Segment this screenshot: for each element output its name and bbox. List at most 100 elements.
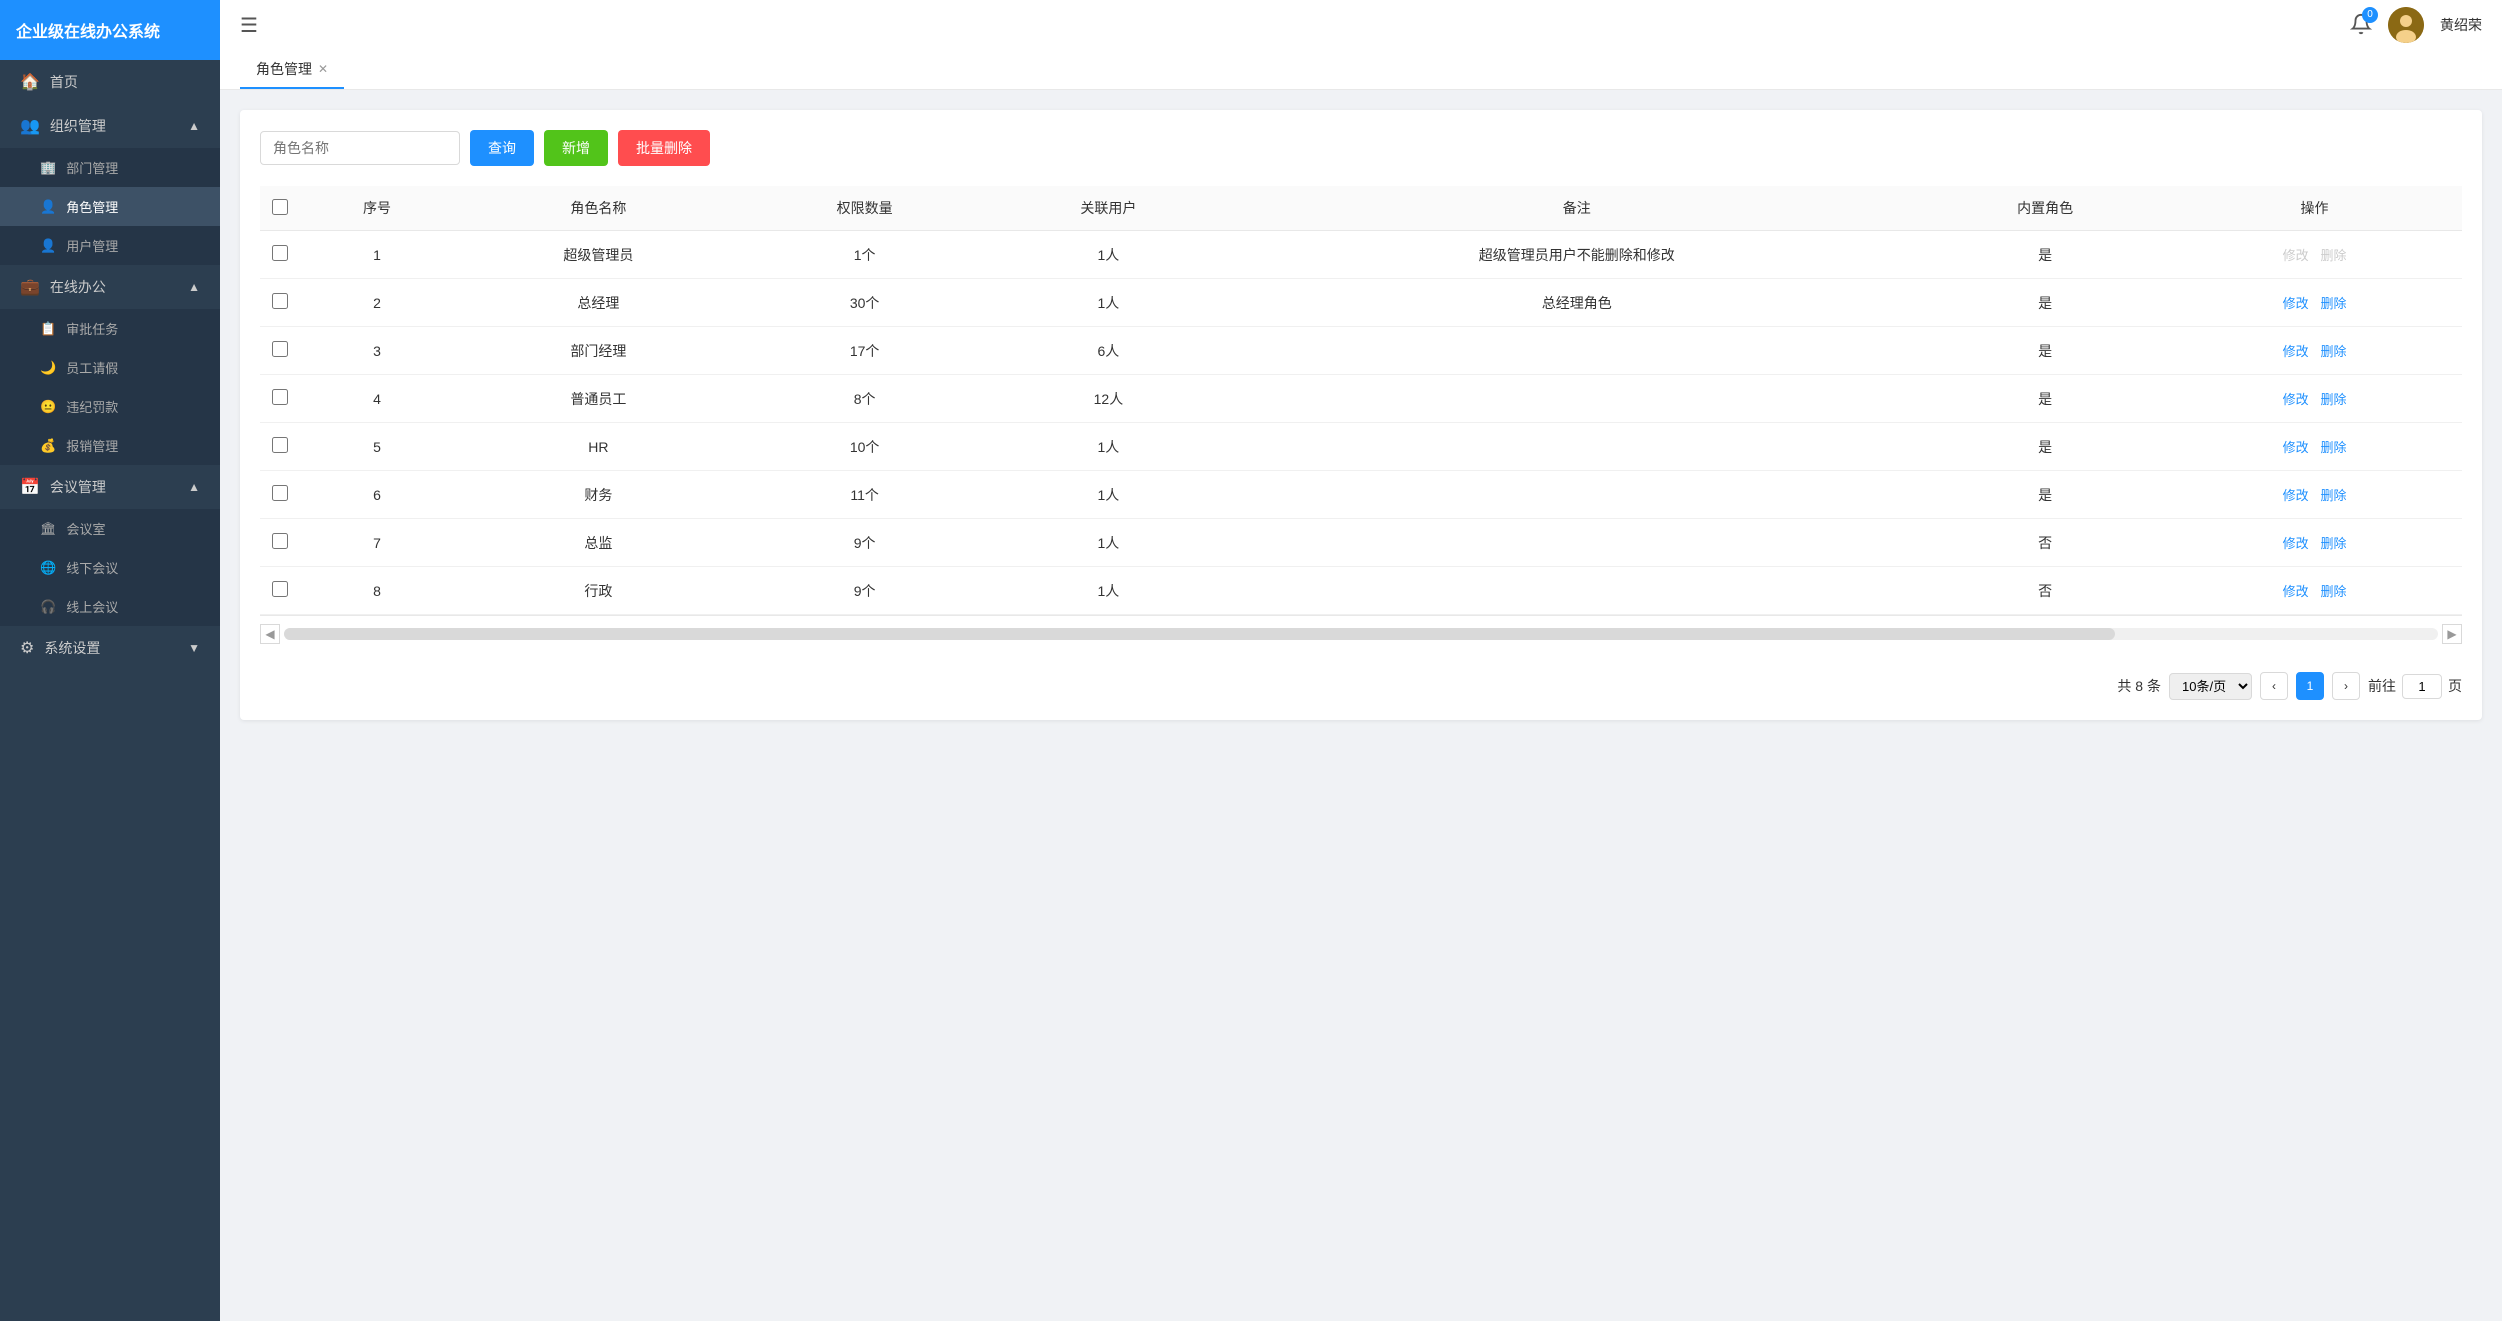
row-builtin: 是 xyxy=(1923,423,2167,471)
delete-button: 删除 xyxy=(2316,243,2350,266)
sidebar-item-role-label: 角色管理 xyxy=(66,197,118,216)
sidebar-item-meeting[interactable]: 📅 会议管理 ▲ xyxy=(0,465,220,509)
row-checkbox[interactable] xyxy=(272,485,288,501)
system-icon: ⚙ xyxy=(20,638,34,658)
delete-button[interactable]: 删除 xyxy=(2316,339,2350,362)
row-checkbox[interactable] xyxy=(272,533,288,549)
row-seq: 7 xyxy=(300,519,454,567)
tab-bar: 角色管理 ✕ xyxy=(220,50,2502,90)
sidebar-item-office[interactable]: 💼 在线办公 ▲ xyxy=(0,265,220,309)
row-actions: 修改 删除 xyxy=(2167,375,2462,423)
header-users: 关联用户 xyxy=(987,186,1231,231)
edit-button[interactable]: 修改 xyxy=(2279,339,2313,362)
row-remark: 总经理角色 xyxy=(1230,279,1923,327)
page-1-button[interactable]: 1 xyxy=(2296,672,2324,700)
goto-input[interactable] xyxy=(2402,674,2442,699)
search-input[interactable] xyxy=(260,131,460,165)
online-icon: 🎧 xyxy=(40,599,56,615)
row-checkbox[interactable] xyxy=(272,389,288,405)
row-seq: 4 xyxy=(300,375,454,423)
edit-button[interactable]: 修改 xyxy=(2279,291,2313,314)
delete-button[interactable]: 删除 xyxy=(2316,531,2350,554)
top-header: ☰ 0 黄绍荣 xyxy=(220,0,2502,50)
edit-button[interactable]: 修改 xyxy=(2279,435,2313,458)
table-scroll-bar: ◀ ▶ xyxy=(260,615,2462,652)
total-count: 共 8 条 xyxy=(2117,676,2161,696)
edit-button[interactable]: 修改 xyxy=(2279,387,2313,410)
add-button[interactable]: 新增 xyxy=(544,130,608,166)
row-checkbox-cell xyxy=(260,567,300,615)
edit-button[interactable]: 修改 xyxy=(2279,531,2313,554)
edit-button: 修改 xyxy=(2279,243,2313,266)
sidebar-item-role[interactable]: 👤 角色管理 xyxy=(0,187,220,226)
sidebar-item-system[interactable]: ⚙ 系统设置 ▼ xyxy=(0,626,220,670)
row-permissions: 11个 xyxy=(743,471,987,519)
sidebar-item-reimbursement[interactable]: 💰 报销管理 xyxy=(0,426,220,465)
dept-icon: 🏢 xyxy=(40,160,56,176)
role-table: 序号 角色名称 权限数量 关联用户 备注 内置角色 操作 1 超级管理员 1个 xyxy=(260,186,2462,615)
prev-page-button[interactable]: ‹ xyxy=(2260,672,2288,700)
delete-button[interactable]: 删除 xyxy=(2316,579,2350,602)
row-checkbox[interactable] xyxy=(272,245,288,261)
content-area: 查询 新增 批量删除 序号 角色名称 权限数量 关联用户 xyxy=(220,90,2502,1321)
next-page-button[interactable]: › xyxy=(2332,672,2360,700)
delete-button[interactable]: 删除 xyxy=(2316,291,2350,314)
row-name: 财务 xyxy=(454,471,743,519)
batch-delete-button[interactable]: 批量删除 xyxy=(618,130,710,166)
sidebar-item-leave[interactable]: 🌙 员工请假 xyxy=(0,348,220,387)
edit-button[interactable]: 修改 xyxy=(2279,483,2313,506)
query-button[interactable]: 查询 xyxy=(470,130,534,166)
sidebar-item-user[interactable]: 👤 用户管理 xyxy=(0,226,220,265)
row-checkbox[interactable] xyxy=(272,437,288,453)
avatar[interactable] xyxy=(2388,7,2424,43)
table-row: 8 行政 9个 1人 否 修改 删除 xyxy=(260,567,2462,615)
row-seq: 3 xyxy=(300,327,454,375)
row-users: 1人 xyxy=(987,231,1231,279)
home-icon: 🏠 xyxy=(20,72,40,92)
header-checkbox-col xyxy=(260,186,300,231)
page-size-select[interactable]: 10条/页 20条/页 50条/页 xyxy=(2169,673,2252,700)
scroll-track[interactable] xyxy=(284,628,2438,640)
edit-button[interactable]: 修改 xyxy=(2279,579,2313,602)
sidebar-item-org[interactable]: 👥 组织管理 ▲ xyxy=(0,104,220,148)
row-name: 总监 xyxy=(454,519,743,567)
row-users: 6人 xyxy=(987,327,1231,375)
sidebar-item-approval[interactable]: 📋 审批任务 xyxy=(0,309,220,348)
sidebar-item-penalty[interactable]: 😐 违纪罚款 xyxy=(0,387,220,426)
row-checkbox[interactable] xyxy=(272,581,288,597)
sidebar-item-dept[interactable]: 🏢 部门管理 xyxy=(0,148,220,187)
meeting-section: 🏛 会议室 🌐 线下会议 🎧 线上会议 xyxy=(0,509,220,626)
sidebar-item-offline-label: 线下会议 xyxy=(66,558,118,577)
delete-button[interactable]: 删除 xyxy=(2316,387,2350,410)
user-name[interactable]: 黄绍荣 xyxy=(2440,15,2482,35)
scroll-right-button[interactable]: ▶ xyxy=(2442,624,2462,644)
row-actions: 修改 删除 xyxy=(2167,471,2462,519)
row-builtin: 是 xyxy=(1923,231,2167,279)
meeting-icon: 📅 xyxy=(20,477,40,497)
row-checkbox-cell xyxy=(260,231,300,279)
delete-button[interactable]: 删除 xyxy=(2316,483,2350,506)
row-users: 1人 xyxy=(987,471,1231,519)
scroll-thumb xyxy=(284,628,2115,640)
row-builtin: 是 xyxy=(1923,471,2167,519)
sidebar-item-online[interactable]: 🎧 线上会议 xyxy=(0,587,220,626)
sidebar-item-offline[interactable]: 🌐 线下会议 xyxy=(0,548,220,587)
header-action: 操作 xyxy=(2167,186,2462,231)
row-checkbox-cell xyxy=(260,327,300,375)
row-remark xyxy=(1230,567,1923,615)
system-arrow-icon: ▼ xyxy=(188,641,200,655)
delete-button[interactable]: 删除 xyxy=(2316,435,2350,458)
notification-button[interactable]: 0 xyxy=(2350,13,2372,38)
row-checkbox[interactable] xyxy=(272,293,288,309)
select-all-checkbox[interactable] xyxy=(272,199,288,215)
tab-role-management[interactable]: 角色管理 ✕ xyxy=(240,51,344,89)
row-actions: 修改 删除 xyxy=(2167,231,2462,279)
row-checkbox[interactable] xyxy=(272,341,288,357)
hamburger-button[interactable]: ☰ xyxy=(240,13,258,38)
row-seq: 8 xyxy=(300,567,454,615)
row-name: 总经理 xyxy=(454,279,743,327)
tab-close-button[interactable]: ✕ xyxy=(318,62,328,76)
scroll-left-button[interactable]: ◀ xyxy=(260,624,280,644)
sidebar-item-home[interactable]: 🏠 首页 xyxy=(0,60,220,104)
sidebar-item-room[interactable]: 🏛 会议室 xyxy=(0,509,220,548)
